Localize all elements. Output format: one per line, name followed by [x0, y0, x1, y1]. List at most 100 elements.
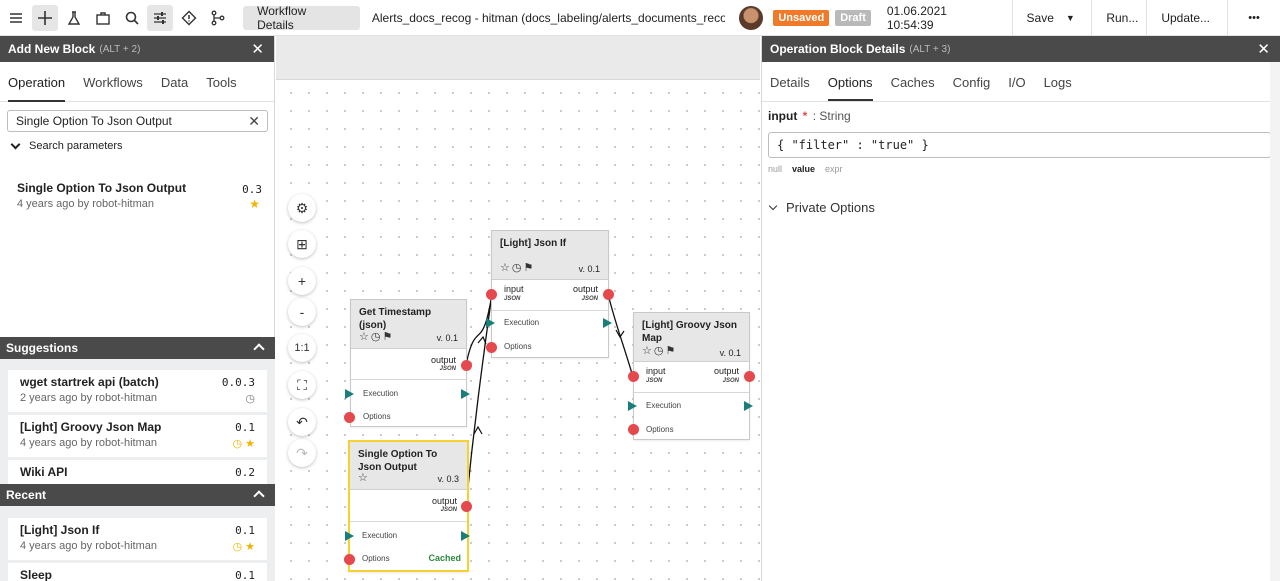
execution-out-port[interactable] [603, 318, 612, 328]
star-icon[interactable]: ◷ ★ [232, 540, 255, 553]
avatar[interactable] [739, 5, 764, 30]
chevron-down-icon [768, 201, 778, 211]
warning-icon[interactable] [176, 5, 202, 31]
input-port[interactable] [628, 371, 639, 382]
execution-in-port[interactable] [486, 318, 495, 328]
node-action-icons[interactable]: ☆◷⚑ [642, 344, 677, 357]
search-icon[interactable] [119, 5, 145, 31]
star-icon[interactable]: ☆ [358, 471, 370, 484]
close-icon[interactable]: ✕ [251, 40, 264, 58]
input-name: input [768, 109, 798, 123]
item-title: [Light] Groovy Json Map [20, 420, 162, 434]
branch-icon[interactable] [205, 5, 231, 31]
node-exec: Execution Options [634, 393, 749, 439]
tab-config[interactable]: Config [953, 62, 991, 101]
star-icon[interactable]: ★ [249, 197, 260, 211]
node-get-timestamp[interactable]: Get Timestamp (json) ☆◷⚑ v. 0.1 output J… [350, 299, 467, 427]
private-options-toggle[interactable]: Private Options [768, 200, 875, 215]
suggestions-header[interactable]: Suggestions [0, 337, 275, 359]
tab-options[interactable]: Options [827, 62, 873, 101]
execution-in-port[interactable] [345, 531, 354, 541]
input-value-field[interactable]: { "filter" : "true" } [768, 132, 1271, 158]
tab-data[interactable]: Data [161, 62, 188, 101]
mode-null[interactable]: null [768, 164, 782, 174]
options-port[interactable] [344, 554, 355, 565]
input-port-label: input [646, 366, 666, 376]
output-port-label: output [713, 366, 739, 376]
details-tabs: Details Options Caches Config I/O Logs [762, 62, 1280, 102]
output-port[interactable] [744, 371, 755, 382]
item-version: 0.1 [235, 421, 255, 434]
briefcase-icon[interactable] [90, 5, 116, 31]
list-item[interactable]: [Light] Groovy Json Map 4 years ago by r… [8, 415, 267, 457]
output-port-type: JSON [722, 378, 739, 384]
tab-tools[interactable]: Tools [206, 62, 236, 101]
scrollbar[interactable] [1270, 62, 1280, 581]
output-port[interactable] [603, 289, 614, 300]
tab-workflow-details[interactable]: Workflow Details [243, 4, 360, 32]
sliders-icon[interactable] [147, 4, 174, 31]
node-single-option-to-json-output[interactable]: Single Option To Json Output ☆ v. 0.3 ou… [348, 440, 469, 572]
execution-out-port[interactable] [744, 401, 753, 411]
node-groovy-json-map[interactable]: [Light] Groovy Json Map ☆◷⚑ v. 0.1 input… [633, 312, 750, 440]
options-port[interactable] [344, 412, 355, 423]
list-item[interactable]: [Light] Json If 4 years ago by robot-hit… [8, 518, 267, 560]
output-port[interactable] [461, 360, 472, 371]
node-action-icons[interactable]: ☆◷⚑ [359, 330, 394, 343]
more-menu-button[interactable]: ••• [1228, 0, 1280, 36]
item-version: 0.0.3 [221, 376, 255, 389]
options-port[interactable] [486, 342, 497, 353]
node-json-if[interactable]: [Light] Json If ☆◷⚑ v. 0.1 input JSON ou… [491, 230, 609, 358]
tab-logs[interactable]: Logs [1044, 62, 1072, 101]
output-port-type: JSON [440, 507, 457, 513]
search-parameters-label: Search parameters [29, 140, 123, 152]
node-header: Get Timestamp (json) ☆◷⚑ v. 0.1 [351, 300, 466, 349]
execution-in-port[interactable] [345, 389, 354, 399]
mode-expr[interactable]: expr [825, 164, 843, 174]
item-version: 0.2 [235, 466, 255, 479]
node-ports: output JSON [351, 349, 466, 380]
node-action-icons[interactable]: ☆◷⚑ [500, 261, 535, 274]
crosshair-icon[interactable] [31, 4, 58, 31]
run-button[interactable]: Run... [1092, 0, 1146, 36]
tab-io[interactable]: I/O [1008, 62, 1025, 101]
mode-value[interactable]: value [792, 164, 815, 174]
recent-title: Recent [6, 488, 47, 502]
node-title: [Light] Json If [500, 238, 567, 249]
node-exec: Execution Options [351, 380, 466, 426]
menu-icon[interactable] [3, 5, 29, 31]
close-icon[interactable]: ✕ [1257, 40, 1270, 58]
item-title: Sleep [20, 568, 53, 581]
execution-out-port[interactable] [461, 389, 470, 399]
list-item[interactable]: wget startrek api (batch) 2 years ago by… [8, 370, 267, 412]
clear-icon[interactable]: ✕ [248, 113, 260, 130]
workflow-canvas[interactable]: ⚙ ⊞ + - 1:1 ⛶ ↶ ↷ Get Timestamp (json) ☆… [276, 36, 760, 581]
history-icon[interactable]: ◷ [245, 392, 255, 405]
node-ports: output JSON [350, 490, 467, 522]
options-port[interactable] [628, 424, 639, 435]
star-icon[interactable]: ◷ ★ [232, 437, 255, 450]
tab-details[interactable]: Details [770, 62, 810, 101]
tab-workflows[interactable]: Workflows [83, 62, 143, 101]
execution-in-port[interactable] [628, 401, 637, 411]
search-parameters-toggle[interactable]: Search parameters [10, 139, 123, 152]
list-item[interactable]: Wiki API 0.2 [8, 460, 267, 484]
search-result-item[interactable]: Single Option To Json Output 4 years ago… [8, 181, 266, 211]
execution-out-port[interactable] [461, 531, 470, 541]
tab-caches[interactable]: Caches [891, 62, 935, 101]
required-mark: * [802, 109, 808, 123]
output-port[interactable] [461, 501, 472, 512]
recent-header[interactable]: Recent [0, 484, 275, 506]
flask-icon[interactable] [61, 5, 87, 31]
node-version: v. 0.1 [719, 348, 741, 358]
item-version: 0.1 [235, 569, 255, 581]
update-button[interactable]: Update... [1147, 0, 1227, 36]
node-exec: Execution Options [492, 311, 608, 357]
search-input[interactable]: Single Option To Json Output ✕ [7, 110, 268, 132]
save-button[interactable]: Save ▼ [1013, 0, 1092, 36]
list-item[interactable]: Sleep 0.1 [8, 563, 267, 581]
tab-operation[interactable]: Operation [8, 62, 66, 102]
shortcut-hint: (ALT + 3) [909, 43, 951, 55]
node-version: v. 0.1 [578, 264, 600, 274]
input-port[interactable] [486, 289, 497, 300]
